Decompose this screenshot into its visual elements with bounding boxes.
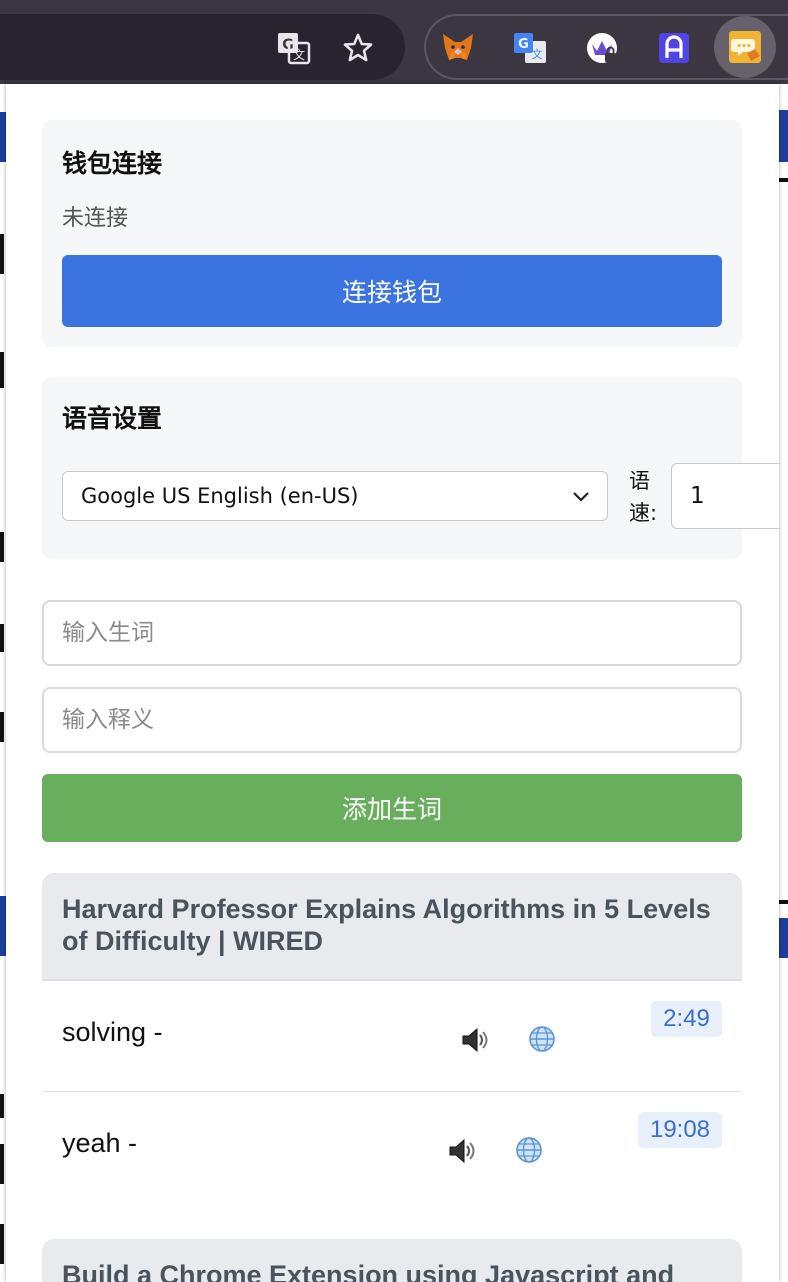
speech-rate-label: 语速: — [629, 469, 658, 525]
vpn-lock-icon[interactable] — [584, 30, 620, 66]
voice-select-value: Google US English (en-US) — [81, 484, 359, 508]
wallet-status: 未连接 — [62, 206, 129, 231]
svg-text:文: 文 — [293, 47, 305, 62]
word-row: yeah - 19:08 — [42, 1092, 742, 1202]
video-title[interactable]: Build a Chrome Extension using Javascrip… — [42, 1239, 742, 1282]
wallet-title: 钱包连接 — [62, 149, 163, 178]
svg-text:G: G — [518, 37, 529, 52]
connect-wallet-button[interactable]: 连接钱包 — [62, 255, 722, 327]
translate-page-icon[interactable]: G 文 — [276, 30, 312, 66]
extension-popup: 钱包连接 未连接 连接钱包 语音设置 Google US English (en… — [6, 84, 779, 1282]
word-row: solving - 2:49 — [42, 981, 742, 1092]
globe-icon[interactable] — [515, 1136, 543, 1164]
meaning-input[interactable] — [42, 687, 742, 753]
add-word-button[interactable]: 添加生词 — [42, 774, 742, 842]
word-input[interactable] — [42, 600, 742, 666]
voice-select[interactable]: Google US English (en-US) — [62, 471, 608, 521]
timestamp-badge[interactable]: 2:49 — [651, 1001, 722, 1037]
speaker-icon[interactable] — [460, 1025, 490, 1055]
google-translate-icon[interactable]: 文 G — [512, 30, 548, 66]
globe-icon[interactable] — [528, 1025, 556, 1053]
chevron-down-icon — [571, 486, 591, 511]
video-card: Build a Chrome Extension using Javascrip… — [42, 1239, 742, 1282]
svg-text:文: 文 — [532, 47, 543, 61]
wallet-section: 钱包连接 未连接 连接钱包 — [42, 120, 742, 347]
word-text: yeah - — [62, 1128, 138, 1158]
voice-settings-title: 语音设置 — [62, 404, 163, 433]
metamask-fox-icon[interactable] — [440, 30, 476, 66]
speaker-icon[interactable] — [447, 1136, 477, 1166]
voice-settings-section: 语音设置 Google US English (en-US) 语速: 1 — [42, 377, 779, 559]
word-text: solving - — [62, 1017, 163, 1047]
bookmark-star-icon[interactable] — [340, 30, 376, 66]
video-title[interactable]: Harvard Professor Explains Algorithms in… — [42, 873, 742, 981]
background-page-right — [779, 84, 788, 1282]
browser-toolbar: G 文 文 G — [0, 0, 788, 84]
chat-extension-icon[interactable] — [727, 29, 763, 65]
speech-rate-input[interactable]: 1 — [671, 463, 779, 529]
timestamp-badge[interactable]: 19:08 — [638, 1112, 722, 1148]
video-card: Harvard Professor Explains Algorithms in… — [42, 873, 742, 1202]
a-letter-icon[interactable] — [656, 30, 692, 66]
